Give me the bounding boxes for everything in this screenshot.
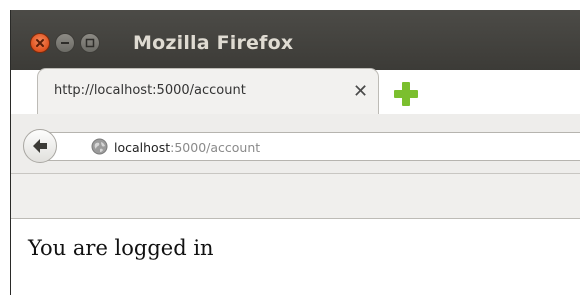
title-bar: Mozilla Firefox	[11, 10, 580, 70]
bookmarks-toolbar	[11, 174, 580, 219]
login-status-message: You are logged in	[28, 236, 214, 260]
tab-account[interactable]: http://localhost:5000/account ✕	[37, 68, 379, 115]
minimize-icon	[61, 42, 69, 44]
back-arrow-icon	[33, 139, 47, 153]
tab-title: http://localhost:5000/account	[54, 83, 246, 98]
window-close-button[interactable]	[30, 33, 50, 53]
close-icon	[36, 39, 44, 47]
url-text[interactable]: localhost:5000/account	[114, 140, 260, 155]
tab-close-icon[interactable]: ✕	[353, 78, 368, 106]
window-maximize-button[interactable]	[80, 33, 100, 53]
maximize-icon	[85, 38, 95, 48]
window-title: Mozilla Firefox	[133, 32, 294, 54]
back-button[interactable]	[23, 129, 57, 163]
page-content: You are logged in	[11, 219, 580, 295]
new-tab-button[interactable]	[393, 81, 419, 107]
globe-icon	[91, 138, 108, 155]
url-host: localhost	[114, 140, 171, 155]
url-path: :5000/account	[170, 140, 261, 155]
browser-window: Mozilla Firefox http://localhost:5000/ac…	[10, 10, 580, 295]
window-minimize-button[interactable]	[55, 33, 75, 53]
